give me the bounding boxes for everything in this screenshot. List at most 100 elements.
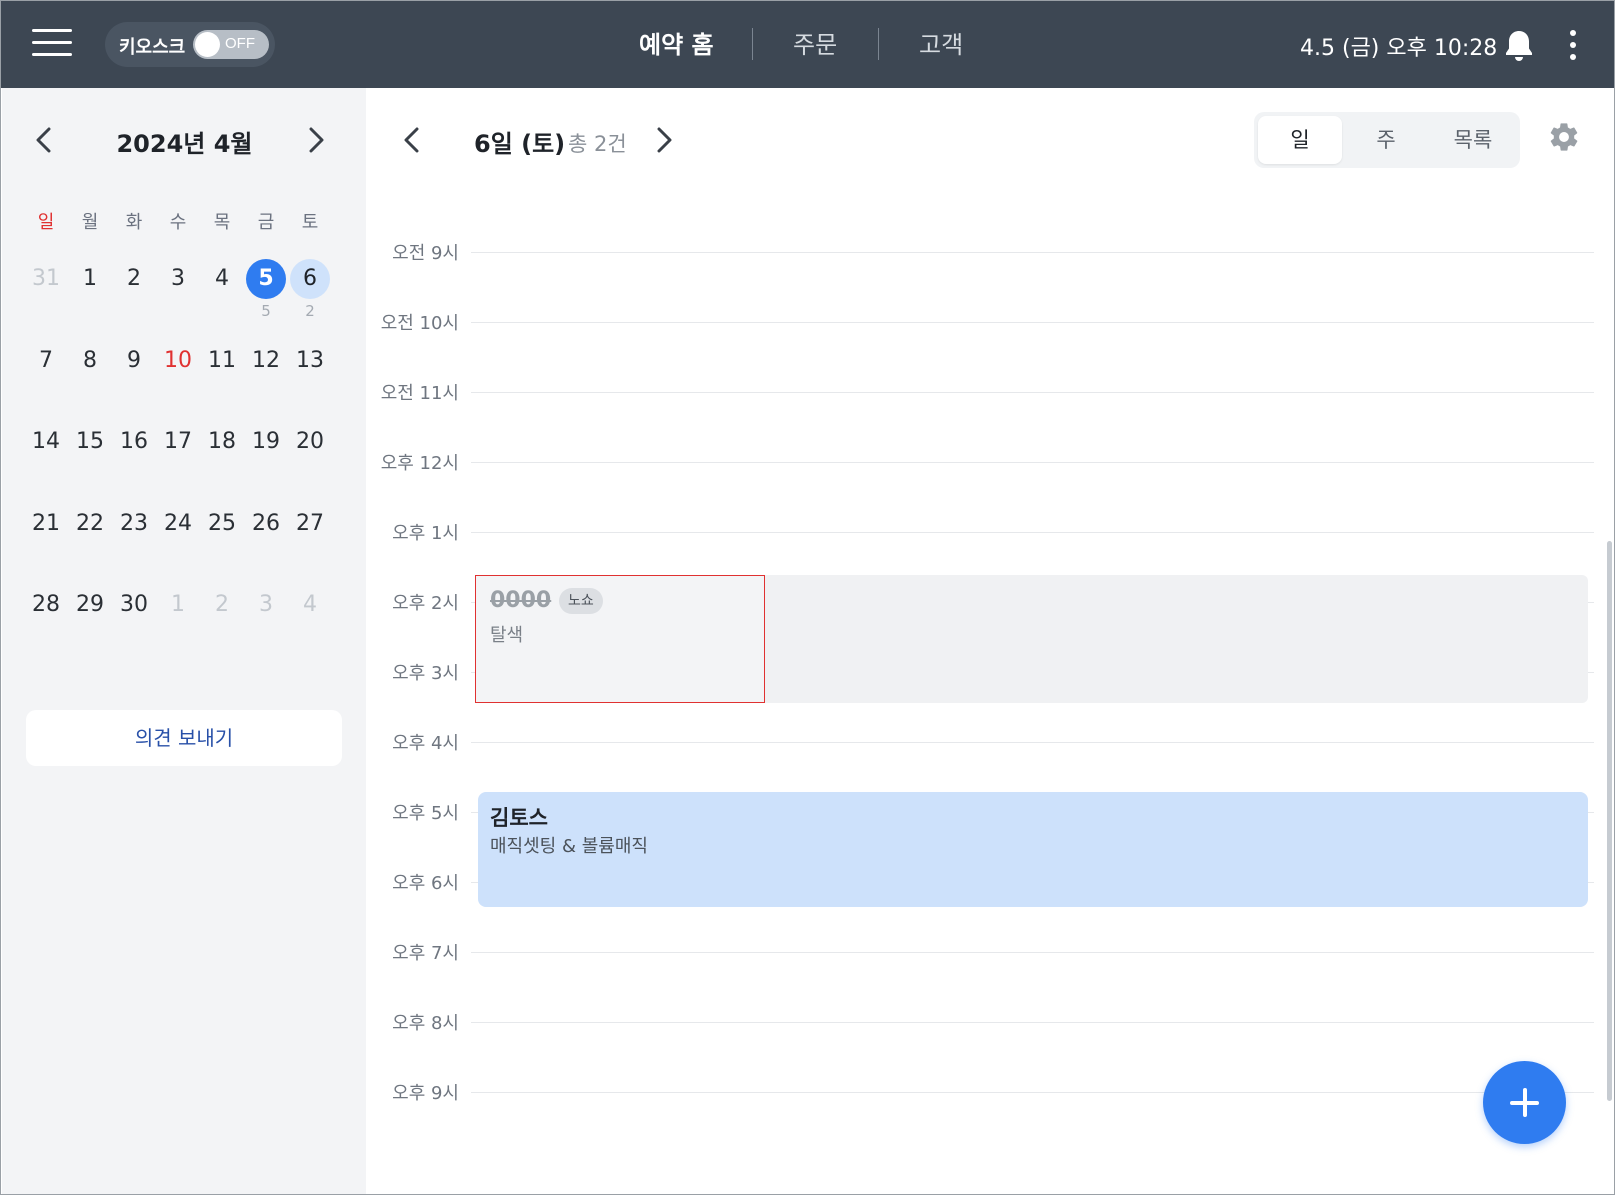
calendar-day[interactable]: 2 [202,585,242,625]
calendar-day[interactable]: 28 [26,585,66,625]
weekday-label: 목 [213,212,231,233]
day-timeline[interactable]: 오전 8시오전 9시오전 10시오전 11시오후 12시오후 1시오후 2시오후… [366,193,1604,1194]
app-frame: 키오스크 OFF 예약 홈 주문 고객 4.5 (금) 오후 10:28 202… [0,0,1615,1195]
weekday-label: 화 [125,212,143,233]
toggle-knob [195,32,220,57]
calendar-day[interactable]: 13 [290,341,330,381]
calendar-day[interactable]: 3 [158,259,198,299]
event-customer-name: 김토스 [490,806,548,830]
calendar-day[interactable]: 25 [202,504,242,544]
event-reservation[interactable]: 김토스 매직셋팅 & 볼륨매직 [478,792,1588,907]
hour-gridline [471,462,1594,463]
calendar-day[interactable]: 19 [246,422,286,462]
hour-label: 오전 8시 [366,193,459,195]
nav-orders[interactable]: 주문 [793,25,837,65]
bell-icon[interactable] [1501,27,1537,63]
nav-customers[interactable]: 고객 [919,25,963,65]
noshow-badge: 노쇼 [559,588,603,614]
scrollbar[interactable] [1607,541,1612,1101]
view-switcher: 일 주 목록 [1254,112,1520,168]
calendar-day[interactable]: 17 [158,422,198,462]
kiosk-toggle[interactable]: OFF [193,30,269,59]
hour-label: 오후 1시 [392,523,459,544]
menu-icon[interactable] [32,29,72,57]
hour-gridline [471,322,1594,323]
hour-gridline [471,742,1594,743]
hour-label: 오후 4시 [392,733,459,754]
main-panel: 6일 (토) 총 2건 일 주 목록 오전 8시오전 9시오전 10시오전 11… [366,88,1614,1194]
hour-label: 오전 9시 [392,243,459,264]
nav-divider [752,28,753,60]
weekday-label: 월 [81,212,99,233]
month-title: 2024년 4월 [116,130,253,158]
calendar-day[interactable]: 22 [70,504,110,544]
day-reservation-count: 2 [305,302,315,320]
calendar-day[interactable]: 26 [246,504,286,544]
calendar-day[interactable]: 8 [70,341,110,381]
weekday-label: 토 [301,212,319,233]
more-vertical-icon[interactable] [1566,28,1580,62]
calendar-day[interactable]: 2 [114,259,154,299]
calendar-day[interactable]: 12 [246,341,286,381]
calendar-day[interactable]: 16 [114,422,154,462]
kiosk-control: 키오스크 OFF [105,22,275,67]
day-title: 6일 (토) [474,130,566,158]
calendar-day[interactable]: 4 [290,585,330,625]
feedback-button[interactable]: 의견 보내기 [26,710,342,766]
chevron-right-icon[interactable] [298,123,332,157]
calendar-day[interactable]: 4 [202,259,242,299]
hour-label: 오후 12시 [380,453,459,474]
gear-icon[interactable] [1547,120,1581,154]
day-reservation-count: 5 [261,302,271,320]
calendar-day[interactable]: 31 [26,259,66,299]
calendar-day[interactable]: 1 [158,585,198,625]
calendar-day[interactable]: 14 [26,422,66,462]
calendar-day[interactable]: 15 [70,422,110,462]
calendar-day[interactable]: 6 [290,259,330,299]
calendar-day[interactable]: 30 [114,585,154,625]
view-week-tab[interactable]: 주 [1344,116,1428,164]
hour-label: 오후 5시 [392,803,459,824]
event-customer-name: 0000 [490,588,552,613]
hour-gridline [471,532,1594,533]
calendar-day[interactable]: 24 [158,504,198,544]
calendar-day[interactable]: 20 [290,422,330,462]
top-bar: 키오스크 OFF 예약 홈 주문 고객 4.5 (금) 오후 10:28 [1,1,1614,88]
nav-reservation-home[interactable]: 예약 홈 [639,25,714,65]
calendar-day[interactable]: 7 [26,341,66,381]
hour-gridline [471,1092,1594,1093]
calendar-day[interactable]: 9 [114,341,154,381]
next-day-icon[interactable] [646,123,680,157]
event-noshow[interactable]: 0000 노쇼 탈색 [475,575,765,703]
calendar-day[interactable]: 29 [70,585,110,625]
hour-label: 오후 2시 [392,593,459,614]
chevron-left-icon[interactable] [28,123,62,157]
calendar-day[interactable]: 3 [246,585,286,625]
hour-gridline [471,1022,1594,1023]
hour-label: 오후 7시 [392,943,459,964]
weekday-label: 일 [37,212,55,233]
hour-gridline [471,952,1594,953]
event-service: 매직셋팅 & 볼륨매직 [490,836,648,857]
hour-gridline [471,252,1594,253]
view-day-tab[interactable]: 일 [1258,116,1342,164]
calendar-day[interactable]: 27 [290,504,330,544]
calendar-day[interactable]: 18 [202,422,242,462]
reservation-total: 총 2건 [568,132,627,156]
hour-label: 오후 3시 [392,663,459,684]
view-list-tab[interactable]: 목록 [1431,116,1515,164]
calendar-day[interactable]: 10 [158,341,198,381]
current-datetime: 4.5 (금) 오후 10:28 [1300,36,1498,61]
hour-label: 오후 8시 [392,1013,459,1034]
prev-day-icon[interactable] [396,123,430,157]
calendar-day[interactable]: 5 [246,259,286,299]
calendar-day[interactable]: 21 [26,504,66,544]
hour-label: 오전 10시 [380,313,459,334]
event-service: 탈색 [490,625,524,646]
calendar-day[interactable]: 1 [70,259,110,299]
calendar-day[interactable]: 11 [202,341,242,381]
weekday-label: 수 [169,212,187,233]
hour-label: 오후 9시 [392,1083,459,1104]
calendar-day[interactable]: 23 [114,504,154,544]
add-reservation-button[interactable] [1483,1061,1566,1144]
